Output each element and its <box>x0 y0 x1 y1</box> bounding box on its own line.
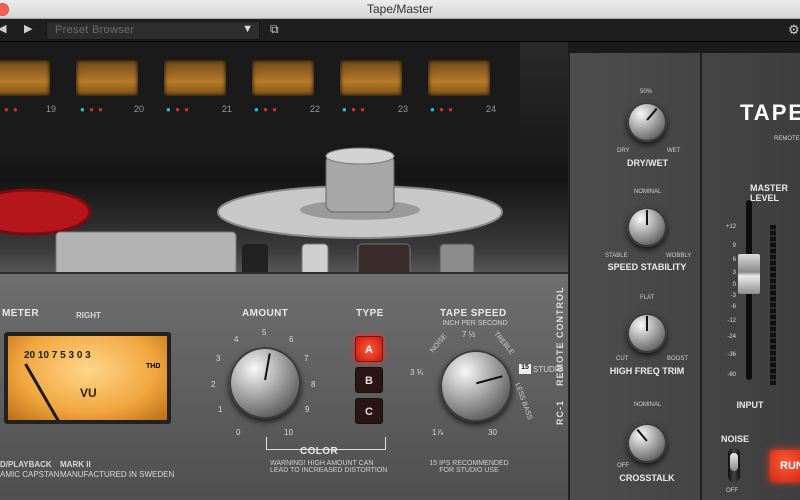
channel-meter <box>428 60 490 96</box>
speed-stability-top: NOMINAL <box>634 189 662 195</box>
level-scale-mark: -24 <box>727 334 736 340</box>
level-scale-mark: +12 <box>725 224 736 230</box>
level-scale-mark: 0 <box>732 282 736 288</box>
noise-label: NOISE <box>720 434 749 444</box>
thd-label: THD <box>146 363 161 370</box>
amount-tick: 0 <box>236 428 241 437</box>
level-scale-mark: -3 <box>730 293 736 299</box>
amount-tick: 4 <box>234 335 239 344</box>
amount-tick: 5 <box>262 328 267 337</box>
amount-knob[interactable] <box>229 347 301 419</box>
channel-meter <box>76 60 138 96</box>
amount-heading: AMOUNT <box>242 308 289 319</box>
dry-wet-label: DRY/WET <box>627 158 669 168</box>
hf-trim-min: CUT <box>616 356 629 362</box>
distortion-warning: WARNING! HIGH AMOUNT CAN LEAD TO INCREAS… <box>270 460 388 474</box>
tape-speed-heading: TAPE SPEED <box>440 308 507 319</box>
amount-tick: 10 <box>284 428 293 437</box>
speed-stability-label: SPEED STABILITY <box>607 262 687 272</box>
manufacturer-label: MANUFACTURED IN SWEDEN <box>60 470 175 479</box>
level-scale-mark: -36 <box>727 352 736 358</box>
level-led-meter <box>770 225 776 385</box>
speed-stability-max: WOBBLY <box>666 253 692 259</box>
color-bracket <box>266 437 386 450</box>
crosstalk-min: OFF <box>617 463 629 469</box>
amount-tick: 1 <box>218 405 223 414</box>
amount-tick: 8 <box>311 380 316 389</box>
vu-needle <box>24 363 60 420</box>
tape-speed-note: 15 IPS RECOMMENDED FOR STUDIO USE <box>429 460 509 474</box>
noise-state: OFF <box>726 488 738 494</box>
speed-position: 7 ½ <box>462 330 476 339</box>
type-b-button[interactable]: B <box>355 367 383 393</box>
tape-speed-sublabel: INCH PER SECOND <box>442 320 508 327</box>
level-scale-mark: -6 <box>730 304 736 310</box>
copy-window-icon[interactable]: ⧉ <box>270 22 279 37</box>
remote-panel-divider <box>700 53 702 500</box>
tape-speed-knob[interactable] <box>440 350 512 422</box>
dry-wet-top: 50% <box>640 89 653 95</box>
speed-stability-min: STABLE <box>605 253 628 259</box>
channel-meter <box>252 60 314 96</box>
speed-selected-badge: 15 <box>519 364 531 374</box>
vu-scale: 20 10 7 5 3 0 3 <box>24 350 91 361</box>
playback-label: D/PLAYBACK <box>0 460 52 469</box>
amount-tick: 2 <box>211 380 216 389</box>
speed-position: 3 ¾ <box>410 368 424 377</box>
speed-position: 1⅞ <box>432 428 444 437</box>
window-titlebar: Tape/Master <box>0 0 800 19</box>
noise-toggle-switch[interactable] <box>728 448 740 482</box>
level-scale-mark: 3 <box>732 270 736 276</box>
preset-browser-dropdown[interactable]: Preset Browser ▼ <box>46 21 260 40</box>
dry-wet-max: WET <box>667 148 681 154</box>
type-c-button[interactable]: C <box>355 398 383 424</box>
channel-meter <box>164 60 226 96</box>
vu-meter: 20 10 7 5 3 0 3 THD VU <box>4 332 171 424</box>
crosstalk-knob[interactable] <box>627 423 667 463</box>
master-level-label: MASTER LEVEL <box>750 183 788 203</box>
meter-channel-label: RIGHT <box>76 311 101 320</box>
level-scale-mark: -12 <box>727 318 736 324</box>
level-scale-mark: 9 <box>732 243 736 249</box>
amount-tick: 7 <box>304 354 309 363</box>
remote-logo: TAPE <box>740 100 800 125</box>
chevron-down-icon: ▼ <box>242 23 253 35</box>
dry-wet-min: DRY <box>617 148 630 154</box>
remote-logo-sub: REMOTE <box>774 136 800 142</box>
input-fader-handle[interactable] <box>738 254 760 294</box>
channel-meter <box>0 60 50 96</box>
model-label: MARK II <box>60 460 91 469</box>
previous-preset-icon[interactable]: ◀ <box>0 22 6 35</box>
hf-trim-max: BOOST <box>667 356 689 362</box>
level-scale-mark: -60 <box>727 372 736 378</box>
input-label: INPUT <box>736 400 764 410</box>
window-title: Tape/Master <box>366 2 434 16</box>
amount-tick: 6 <box>289 335 294 344</box>
next-preset-icon[interactable]: ▶ <box>24 22 32 35</box>
crosstalk-label: CROSSTALK <box>619 473 675 483</box>
crosstalk-top: NOMINAL <box>634 402 662 408</box>
hf-trim-top: FLAT <box>640 295 655 301</box>
speed-position: 30 <box>488 428 497 437</box>
vu-label: VU <box>80 386 97 400</box>
channel-meter <box>340 60 402 96</box>
high-freq-trim-label: HIGH FREQ TRIM <box>609 366 685 376</box>
type-a-button[interactable]: A <box>355 336 383 362</box>
remote-vertical-label: RC-1 REMOTE CONTROL <box>555 286 565 426</box>
type-heading: TYPE <box>356 308 384 319</box>
high-freq-trim-knob[interactable] <box>627 313 667 353</box>
speed-stability-knob[interactable] <box>627 207 667 247</box>
capstan-label: AMIC CAPSTAN <box>0 470 60 479</box>
amount-tick: 3 <box>216 354 221 363</box>
amount-tick: 9 <box>305 405 310 414</box>
run-button[interactable]: RUN <box>770 450 800 482</box>
dry-wet-knob[interactable] <box>627 102 667 142</box>
preset-browser-placeholder: Preset Browser <box>55 24 135 36</box>
level-scale-mark: 6 <box>732 257 736 263</box>
meter-heading: METER <box>2 308 39 319</box>
gear-icon[interactable]: ⚙ <box>788 22 800 38</box>
plugin-toolbar: ◀ ▶ Preset Browser ▼ ⧉ ⚙ <box>0 19 800 42</box>
